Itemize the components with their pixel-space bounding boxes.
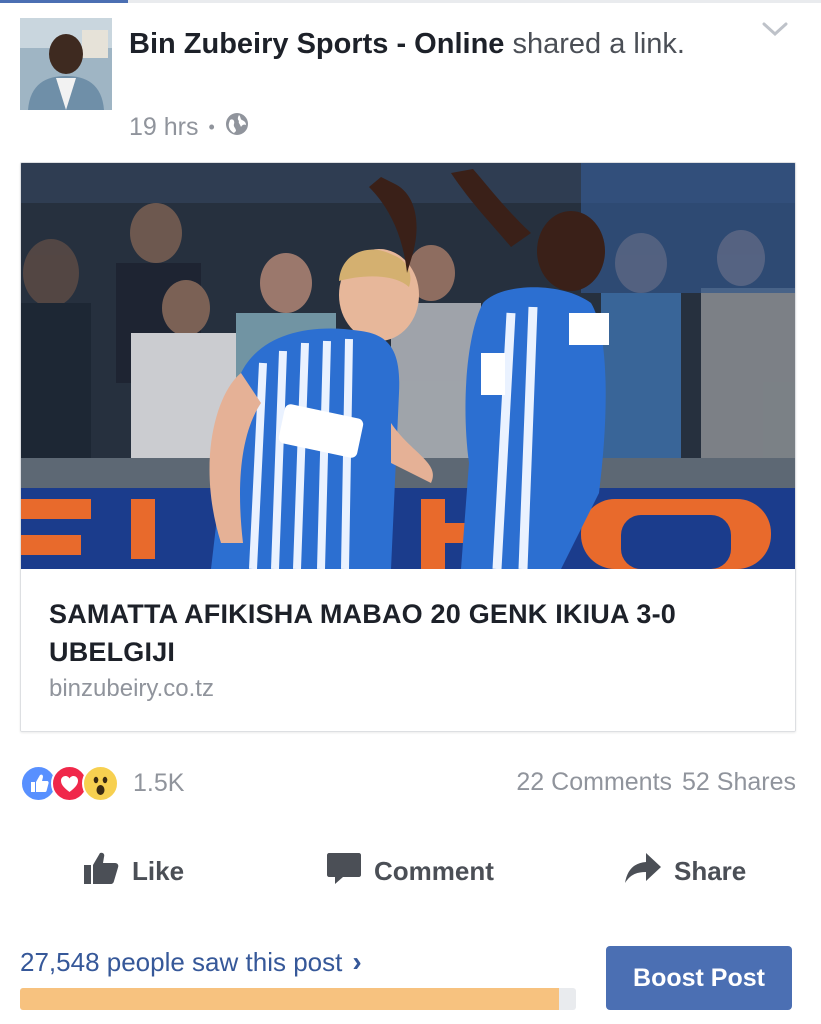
shares-count[interactable]: 52 Shares xyxy=(682,768,796,797)
link-preview-text[interactable]: SAMATTA AFIKISHA MABAO 20 GENK IKIUA 3-0… xyxy=(21,569,795,731)
post-actions: Like Comment Share xyxy=(20,846,796,896)
wow-reaction-icon xyxy=(82,764,119,802)
comments-count[interactable]: 22 Comments xyxy=(516,768,672,797)
post-header: Bin Zubeiry Sports - Online shared a lin… xyxy=(20,14,800,144)
engagement-stats: 1.5K 22 Comments 52 Shares xyxy=(20,760,796,806)
reach-text: 27,548 people saw this post xyxy=(20,946,343,977)
top-divider xyxy=(0,0,821,3)
share-label: Share xyxy=(674,855,747,886)
post-meta: 19 hrs • xyxy=(129,112,249,143)
comment-label: Comment xyxy=(374,855,494,886)
post-time[interactable]: 19 hrs xyxy=(129,113,198,142)
link-preview-image[interactable] xyxy=(21,163,795,569)
chevron-right-icon: › xyxy=(352,946,362,977)
comment-bubble-icon xyxy=(326,850,362,893)
globe-icon xyxy=(225,112,249,143)
link-headline[interactable]: SAMATTA AFIKISHA MABAO 20 GENK IKIUA 3-0… xyxy=(49,595,769,671)
comment-button[interactable]: Comment xyxy=(326,846,494,896)
post-action-text: shared a link. xyxy=(504,28,685,60)
link-preview-card[interactable]: SAMATTA AFIKISHA MABAO 20 GENK IKIUA 3-0… xyxy=(20,162,796,732)
like-label: Like xyxy=(132,855,185,886)
top-accent xyxy=(0,0,128,3)
reaction-summary[interactable]: 1.5K xyxy=(20,764,184,802)
boost-post-button[interactable]: Boost Post xyxy=(606,946,792,1010)
share-button[interactable]: Share xyxy=(624,846,746,896)
author-name[interactable]: Bin Zubeiry Sports - Online xyxy=(129,28,504,60)
reach-progress-fill xyxy=(20,988,560,1010)
link-domain: binzubeiry.co.tz xyxy=(49,675,214,702)
reach-link[interactable]: 27,548 people saw this post › xyxy=(20,946,362,978)
meta-separator: • xyxy=(208,117,215,137)
comments-shares: 22 Comments 52 Shares xyxy=(516,768,796,797)
share-arrow-icon xyxy=(624,851,662,892)
reach-progress-bar xyxy=(20,988,576,1010)
reaction-count: 1.5K xyxy=(133,768,185,797)
thumbs-up-icon xyxy=(82,849,120,894)
post-author-line: Bin Zubeiry Sports - Online shared a lin… xyxy=(129,24,689,64)
post-insights: 27,548 people saw this post › Boost Post xyxy=(20,940,796,1020)
like-button[interactable]: Like xyxy=(82,846,184,896)
chevron-down-icon[interactable] xyxy=(760,18,790,40)
author-avatar[interactable] xyxy=(20,18,112,110)
